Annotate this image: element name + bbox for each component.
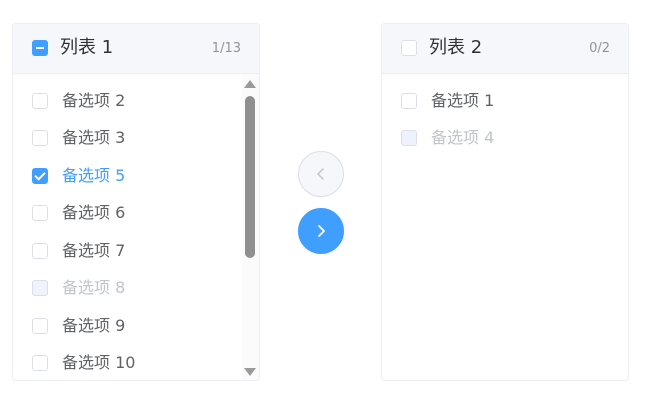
item-label: 备选项 4	[431, 128, 495, 147]
item-label: 备选项 10	[62, 353, 136, 372]
select-all-checkbox[interactable]	[401, 40, 417, 56]
item-list[interactable]: 备选项 2 备选项 3 备选项 5 备选项 6 备选项 7 备选项 8 备选项 …	[13, 74, 259, 380]
item-list[interactable]: 备选项 1 备选项 4	[382, 74, 628, 380]
item-checkbox[interactable]	[32, 93, 48, 109]
item-checkbox[interactable]	[32, 168, 48, 184]
panel-title: 列表 2	[429, 37, 483, 58]
item-label: 备选项 3	[62, 128, 126, 147]
item-checkbox[interactable]	[32, 205, 48, 221]
select-all-checkbox[interactable]	[32, 40, 48, 56]
item-label: 备选项 1	[431, 91, 495, 110]
item-label: 备选项 7	[62, 241, 126, 260]
selection-count: 0/2	[589, 41, 610, 56]
chevron-right-icon	[318, 225, 325, 237]
panel-header: 列表 1 1/13	[13, 24, 259, 74]
item-checkbox	[401, 130, 417, 146]
scroll-down-arrow-icon[interactable]	[244, 368, 256, 376]
item-checkbox[interactable]	[32, 130, 48, 146]
item-checkbox[interactable]	[32, 355, 48, 371]
item-checkbox	[32, 280, 48, 296]
item-label: 备选项 5	[62, 166, 126, 185]
item-label: 备选项 9	[62, 316, 126, 335]
item-label: 备选项 2	[62, 91, 126, 110]
item-label: 备选项 8	[62, 278, 126, 297]
panel-header: 列表 2 0/2	[382, 24, 628, 74]
move-to-left-button[interactable]	[298, 151, 344, 197]
transfer-panel-right: 列表 2 0/2 备选项 1 备选项 4	[381, 23, 629, 381]
item-checkbox[interactable]	[32, 318, 48, 334]
transfer-panel-left: 列表 1 1/13 备选项 2 备选项 3 备选项 5 备选项 6 备选项 7 …	[12, 23, 260, 381]
scrollbar[interactable]	[242, 74, 259, 380]
item-checkbox[interactable]	[32, 243, 48, 259]
move-to-right-button[interactable]	[298, 208, 344, 254]
scroll-up-arrow-icon[interactable]	[244, 80, 256, 88]
chevron-left-icon	[317, 168, 324, 180]
item-checkbox[interactable]	[401, 93, 417, 109]
scrollbar-thumb[interactable]	[245, 96, 255, 258]
panel-title: 列表 1	[60, 37, 114, 58]
item-label: 备选项 6	[62, 203, 126, 222]
selection-count: 1/13	[211, 41, 241, 56]
